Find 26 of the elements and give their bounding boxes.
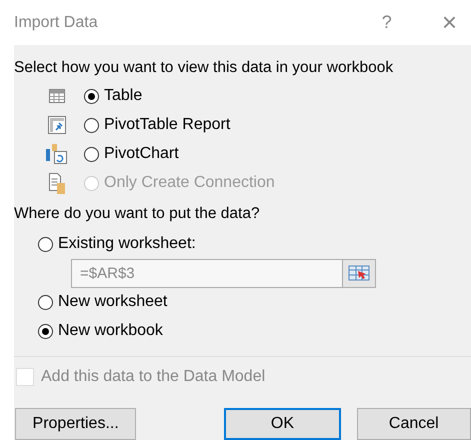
option-label[interactable]: New workbook (58, 321, 163, 342)
section-heading: Where do you want to put the data? (14, 204, 261, 224)
radio-button[interactable] (38, 294, 53, 310)
radio-button[interactable] (84, 118, 99, 133)
pivot-table-icon (46, 115, 68, 136)
section-heading: Select how you want to view this data in your workbook (14, 58, 394, 78)
close-button[interactable]: × (442, 7, 457, 38)
radio-button[interactable] (84, 88, 99, 104)
radio-button[interactable] (84, 146, 99, 162)
option-label[interactable]: Table (104, 86, 142, 106)
dialog-button[interactable]: Cancel (356, 408, 471, 440)
option-label[interactable]: Existing worksheet: (58, 234, 196, 254)
connection-icon (46, 172, 68, 194)
dialog-button[interactable]: Properties... (15, 408, 136, 440)
table-icon (46, 87, 68, 106)
cell-range-icon (348, 265, 370, 282)
option-label[interactable]: New worksheet (58, 292, 168, 312)
radio-button[interactable] (38, 236, 53, 252)
pivot-chart-icon (46, 143, 68, 166)
window-title: Import Data (14, 14, 99, 32)
radio-button[interactable] (38, 324, 53, 339)
option-label[interactable]: PivotChart (104, 144, 179, 164)
help-button[interactable]: ? (382, 12, 392, 33)
dialog-button[interactable]: OK (224, 408, 341, 440)
range-select-button[interactable] (342, 258, 376, 288)
option-label[interactable]: PivotTable Report (104, 115, 230, 136)
